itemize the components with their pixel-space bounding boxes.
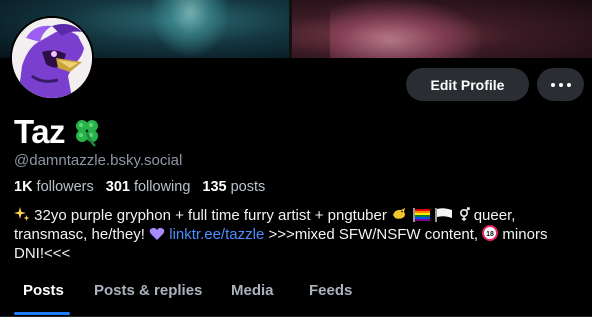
following-label: following	[133, 179, 191, 195]
tab-posts[interactable]: Posts	[23, 282, 64, 299]
avatar[interactable]	[10, 16, 94, 100]
sparkles-icon	[14, 207, 30, 221]
profile-stats: 1K followers 301 following 135 posts	[14, 179, 265, 195]
following-stat[interactable]: 301 following	[106, 179, 191, 195]
edit-profile-label: Edit Profile	[430, 76, 505, 93]
white-flag-icon	[435, 208, 453, 222]
display-name: Taz	[14, 113, 66, 150]
edit-profile-button[interactable]: Edit Profile	[406, 68, 529, 101]
pride-flag-icon	[413, 208, 431, 222]
following-count: 301	[105, 179, 130, 195]
bird-icon	[393, 208, 406, 219]
profile-tabs: Posts Posts & replies Media Feeds	[0, 276, 592, 317]
more-options-icon	[550, 82, 571, 87]
transgender-symbol-icon	[459, 207, 470, 221]
posts-stat: 135 posts	[202, 179, 265, 195]
bio-text-4: >>>mixed SFW/NSFW content,	[264, 226, 483, 243]
more-options-button[interactable]	[537, 68, 584, 101]
bio-link[interactable]: linktr.ee/tazzle	[169, 226, 264, 243]
avatar-gryphon-image	[12, 18, 92, 98]
bio-text-2: queer,	[469, 207, 516, 224]
profile-handle: @damntazzle.bsky.social	[14, 152, 183, 169]
purple-heart-icon	[149, 227, 165, 240]
banner-highlight-2	[330, 0, 480, 58]
posts-label: posts	[230, 179, 266, 195]
tab-posts-and-replies[interactable]: Posts & replies	[94, 282, 202, 299]
four-leaf-clover-icon	[76, 120, 99, 147]
followers-label: followers	[36, 179, 94, 195]
display-name-row: Taz	[14, 113, 103, 151]
posts-count: 135	[202, 179, 227, 195]
svg-text:18: 18	[486, 231, 494, 238]
no-under-18-icon: 18	[482, 225, 499, 241]
active-tab-indicator	[14, 312, 70, 315]
profile-bio: 32yo purple gryphon + full time furry ar…	[14, 206, 580, 263]
followers-stat[interactable]: 1K followers	[14, 179, 94, 195]
bio-text-5: minors	[498, 226, 548, 243]
banner-highlight	[150, 0, 230, 58]
bio-text-1: 32yo purple gryphon + full time furry ar…	[30, 207, 392, 224]
bio-text-6: DNI!<<<	[14, 245, 71, 262]
tab-feeds[interactable]: Feeds	[309, 282, 352, 299]
tab-media[interactable]: Media	[231, 282, 274, 299]
banner-divider	[289, 0, 292, 58]
bio-text-3: transmasc, he/they!	[14, 226, 150, 243]
followers-count: 1K	[14, 179, 33, 195]
